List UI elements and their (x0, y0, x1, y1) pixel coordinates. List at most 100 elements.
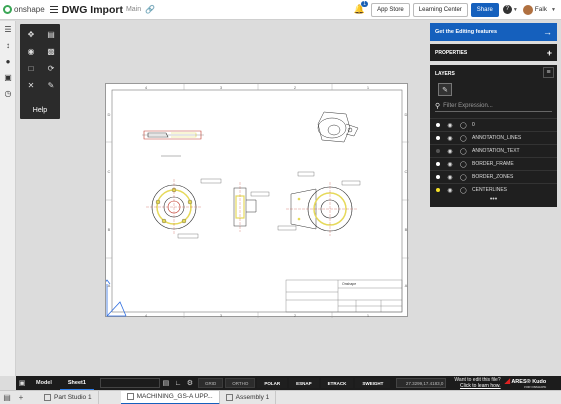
eye-icon[interactable]: ◉ (446, 122, 454, 129)
snap-icon[interactable]: ▤ (160, 379, 172, 387)
eye-icon[interactable]: ◉ (446, 135, 454, 142)
command-field[interactable] (99, 378, 160, 388)
eye-icon[interactable]: ◉ (446, 174, 454, 181)
layers-title: LAYERS (435, 70, 455, 77)
row-label: C (108, 169, 111, 174)
etrack-toggle[interactable]: ETRACK (320, 378, 354, 388)
esnap-toggle[interactable]: ESNAP (289, 378, 319, 388)
expand-plus-icon[interactable]: + (547, 48, 552, 58)
app-store-button[interactable]: App Store (371, 2, 410, 17)
comments-icon[interactable]: ● (0, 53, 16, 69)
editing-features-banner[interactable]: Get the Editing features → (430, 23, 557, 41)
grid-toggle[interactable]: GRID (197, 378, 224, 388)
layer-row[interactable]: ◉ ◯ BORDER_ZONES (430, 170, 557, 183)
layer-settings-icon[interactable]: ✎ (438, 83, 452, 96)
sweight-toggle[interactable]: SWEIGHT (355, 378, 391, 388)
column-label: 2 (294, 85, 297, 90)
zoom-window-icon[interactable]: ▤ (42, 27, 60, 41)
layer-row[interactable]: ◉ ◯ ANNOTATION_TEXT (430, 144, 557, 157)
drawing-sheet[interactable]: 4 3 2 1 4 3 2 1 D C B A D C B A Onshape (103, 83, 409, 318)
rotate-icon[interactable]: ⟳ (42, 61, 60, 75)
more-icon[interactable]: ••• (430, 196, 557, 204)
polar-toggle[interactable]: POLAR (257, 378, 288, 388)
help-icon[interactable]: ? (502, 5, 512, 14)
properties-title: PROPERTIES (435, 49, 468, 56)
side-view-part (142, 130, 204, 140)
drawing-status-bar: ▣ Model Sheet1 ▤ ∟ ⚙ GRID ORTHO POLAR ES… (16, 376, 561, 390)
layer-row[interactable]: ◉ ◯ BORDER_FRAME (430, 157, 557, 170)
user-name[interactable]: Falk (535, 6, 547, 13)
lock-icon[interactable]: ◯ (460, 148, 467, 155)
add-tab-icon[interactable]: + (14, 393, 28, 402)
layer-color-swatch[interactable] (436, 162, 440, 166)
onshape-logo[interactable]: onshape (3, 5, 45, 14)
view-cube-icon[interactable]: ▩ (42, 44, 60, 58)
ares-logo-icon: ◢ (504, 378, 510, 385)
layer-name: ANNOTATION_TEXT (472, 148, 520, 154)
layer-color-swatch[interactable] (436, 175, 440, 179)
learn-how-link[interactable]: Click to learn how. (454, 383, 501, 389)
eye-icon[interactable]: ◉ (446, 161, 454, 168)
row-label: D (108, 112, 111, 117)
parts-icon[interactable]: ▣ (0, 69, 16, 85)
tab-manager-icon[interactable]: ▤ (0, 393, 14, 402)
layer-row[interactable]: ◉ ◯ CENTERLINES (430, 183, 557, 196)
layer-row[interactable]: ◉ ◯ 0 (430, 118, 557, 131)
row-label: B (405, 227, 408, 232)
eye-icon[interactable]: ◉ (446, 148, 454, 155)
lock-icon[interactable]: ◯ (460, 135, 467, 142)
annotate-icon[interactable]: ✎ (42, 78, 60, 92)
layer-row[interactable]: ◉ ◯ ANNOTATION_LINES (430, 131, 557, 144)
layout-icon[interactable]: ▣ (16, 379, 28, 387)
tab-assembly-1[interactable]: Assembly 1 (220, 390, 277, 404)
feature-list-icon[interactable]: ☰ (0, 21, 16, 37)
arrow-right-icon: → (543, 27, 552, 37)
chevron-down-icon[interactable]: ▼ (513, 7, 518, 13)
ares-sub: FOR ONSHAPE (524, 385, 547, 389)
tab-sheet1[interactable]: Sheet1 (59, 376, 94, 390)
layer-filter-input[interactable]: ⚲ Filter Expression... (435, 100, 552, 112)
column-label: 3 (220, 85, 223, 90)
layer-color-swatch[interactable] (436, 188, 440, 192)
share-button[interactable]: Share (470, 2, 499, 17)
menu-icon[interactable] (49, 6, 58, 13)
lock-icon[interactable]: ◯ (460, 161, 467, 168)
layer-list: ◉ ◯ 0 ◉ ◯ ANNOTATION_LINES ◉ ◯ ANNOTATION_TEXT ◉ ◯… (430, 118, 557, 196)
properties-panel-header[interactable]: PROPERTIES + (430, 44, 557, 61)
lock-icon[interactable]: ◯ (460, 174, 467, 181)
title-block-company: Onshape (342, 282, 356, 286)
ortho-icon[interactable]: ∟ (172, 380, 184, 387)
variables-icon[interactable]: ↕ (0, 37, 16, 53)
history-icon[interactable]: ◷ (0, 85, 16, 101)
eye-icon[interactable]: ◉ (446, 187, 454, 194)
lock-icon[interactable]: ◯ (460, 187, 467, 194)
tab-model[interactable]: Model (28, 376, 60, 390)
settings-icon[interactable]: ⚙ (184, 379, 196, 387)
workspace-label[interactable]: Main (126, 6, 141, 13)
dimension-icon[interactable]: ✕ (22, 78, 40, 92)
learning-center-button[interactable]: Learning Center (412, 2, 468, 17)
measure-icon[interactable]: □ (22, 61, 40, 75)
logo-text: onshape (14, 5, 45, 14)
tab-part-studio-1[interactable]: Part Studio 1 (38, 390, 99, 404)
lock-icon[interactable]: ◯ (460, 122, 467, 129)
layer-color-swatch[interactable] (436, 136, 440, 140)
edit-prompt: Want to edit this file? Click to learn h… (454, 377, 500, 389)
document-title[interactable]: DWG Import (62, 4, 123, 16)
avatar[interactable] (522, 4, 533, 15)
move-icon[interactable]: ✥ (22, 27, 40, 41)
notifications-button[interactable]: 🔔 1 (354, 1, 369, 15)
user-menu-chevron-icon[interactable]: ▼ (551, 7, 556, 13)
layer-color-swatch[interactable] (436, 123, 440, 127)
pan-icon[interactable]: ◉ (22, 44, 40, 58)
tab-machining-drawing[interactable]: MACHINING_GS-A UPP... (120, 390, 220, 404)
link-icon[interactable]: 🔗 (145, 5, 155, 14)
coordinate-readout: 27.3299,17.4183,0 (396, 378, 447, 388)
ortho-toggle[interactable]: ORTHO (225, 378, 256, 388)
layer-name: ANNOTATION_LINES (472, 135, 522, 141)
drawing-tool-palette: ✥ ▤ ◉ ▩ □ ⟳ ✕ ✎ Help (20, 24, 60, 119)
palette-help-label[interactable]: Help (20, 107, 60, 114)
layers-menu-icon[interactable]: ≡ (543, 67, 554, 78)
layer-color-swatch[interactable] (436, 149, 440, 153)
left-rail: ☰ ↕ ● ▣ ◷ (0, 21, 16, 376)
